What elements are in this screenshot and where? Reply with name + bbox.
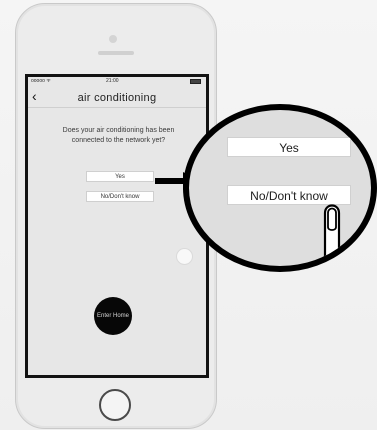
status-time: 21:00	[106, 78, 119, 84]
phone-screen: ooooo ᯤ 21:00 ‹ air conditioning Does yo…	[25, 74, 209, 378]
battery-icon	[190, 79, 201, 84]
page-title: air conditioning	[77, 92, 157, 104]
zoom-callout: Yes No/Don't know	[183, 104, 377, 272]
finger-tap-icon	[323, 204, 341, 266]
connection-question: Does your air conditioning has been conn…	[62, 127, 175, 144]
navigation-bar: ‹ air conditioning	[28, 87, 206, 108]
phone-frame: ooooo ᯤ 21:00 ‹ air conditioning Does yo…	[15, 3, 217, 429]
carrier-signal: ooooo ᯤ	[31, 78, 51, 84]
enter-home-button[interactable]: Enter Home	[94, 297, 132, 335]
camera	[109, 35, 117, 43]
zoomed-yes-button: Yes	[227, 137, 351, 157]
page: C on ooooo ᯤ 21:00 ‹ air conditioning Do…	[0, 0, 377, 430]
no-dont-know-button[interactable]: No/Don't know	[86, 191, 154, 202]
status-bar: ooooo ᯤ 21:00	[28, 77, 206, 87]
home-button[interactable]	[99, 389, 131, 421]
yes-button[interactable]: Yes	[86, 171, 154, 182]
assistive-touch-icon	[176, 248, 193, 265]
speaker	[98, 51, 134, 55]
